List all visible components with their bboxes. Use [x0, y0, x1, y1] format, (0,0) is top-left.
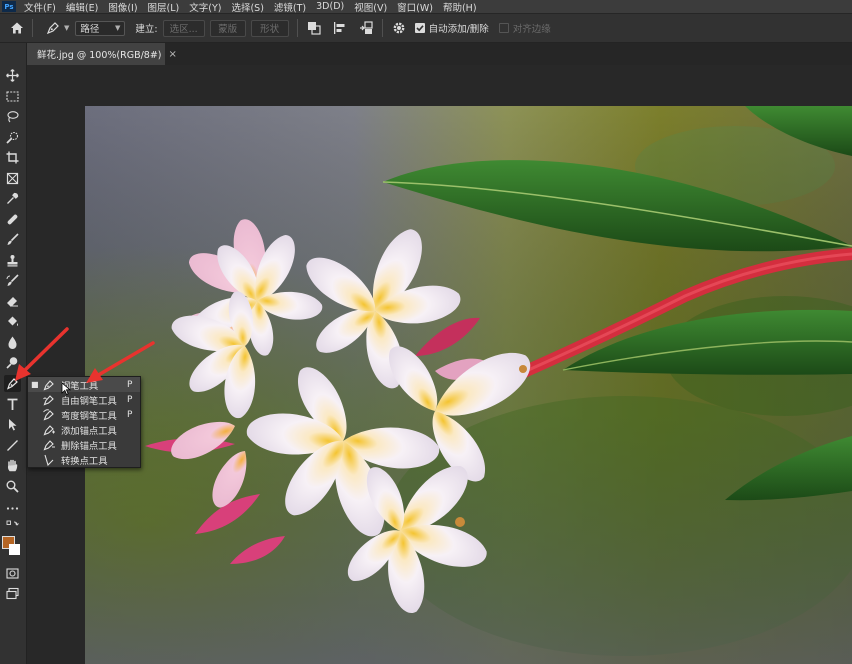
paint-bucket-icon[interactable]	[4, 313, 21, 330]
menu-filter[interactable]: 滤镜(T)	[274, 0, 306, 14]
dodge-icon[interactable]	[4, 354, 21, 371]
flower-photo[interactable]	[85, 106, 852, 664]
delete-anchor-icon	[43, 439, 55, 450]
mode-select[interactable]: 路径 ▼	[75, 20, 126, 36]
more-icon[interactable]	[4, 500, 21, 517]
options-bar: ▼ 路径 ▼ 建立: 选区... 蒙版 形状 自动添加/删除 对齐边缘	[0, 14, 852, 43]
selected-marker-icon: ■	[31, 380, 39, 389]
divider	[381, 19, 383, 37]
flyout-item-curvature-pen[interactable]: 弯度钢笔工具 P	[28, 407, 140, 422]
document-tab[interactable]: 鲜花.jpg @ 100%(RGB/8#) ×	[27, 43, 177, 65]
marquee-icon[interactable]	[4, 88, 21, 105]
lasso-icon[interactable]	[4, 108, 21, 125]
chevron-down-icon: ▼	[115, 24, 121, 32]
path-alignment-icon[interactable]	[332, 20, 348, 36]
document-tab-title: 鲜花.jpg @ 100%(RGB/8#)	[37, 50, 162, 61]
flyout-item-shortcut: P	[127, 394, 133, 405]
flyout-item-delete-anchor[interactable]: 删除锚点工具	[28, 437, 140, 452]
make-selection-button[interactable]: 选区...	[162, 19, 205, 37]
make-shape-button[interactable]: 形状	[250, 19, 289, 37]
quick-select-icon[interactable]	[4, 129, 21, 146]
swap-colors-icon[interactable]	[4, 520, 21, 532]
history-brush-icon[interactable]	[4, 272, 21, 289]
document-tab-bar: 鲜花.jpg @ 100%(RGB/8#) ×	[27, 43, 852, 65]
home-icon[interactable]	[10, 21, 24, 35]
menu-type[interactable]: 文字(Y)	[189, 0, 221, 14]
photoshop-logo-icon: Ps	[2, 1, 16, 12]
brush-icon[interactable]	[4, 231, 21, 248]
flyout-item-label: 自由钢笔工具	[61, 395, 117, 407]
flyout-item-label: 转换点工具	[61, 455, 108, 467]
divider	[32, 19, 33, 37]
curvature-pen-icon	[43, 408, 54, 420]
crop-icon[interactable]	[4, 149, 21, 166]
menu-select[interactable]: 选择(S)	[231, 0, 263, 14]
eyedropper-icon[interactable]	[4, 190, 21, 207]
menu-layer[interactable]: 图层(L)	[148, 0, 180, 14]
align-edges-label: 对齐边缘	[512, 24, 551, 35]
flyout-item-convert-point[interactable]: 转换点工具	[28, 452, 140, 467]
blur-icon[interactable]	[4, 334, 21, 351]
pen-icon	[6, 378, 18, 390]
make-mask-button[interactable]: 蒙版	[209, 19, 246, 37]
auto-add-delete-label: 自动添加/删除	[428, 24, 489, 35]
align-edges-checkbox[interactable]	[498, 23, 509, 33]
mode-select-value: 路径	[80, 24, 100, 35]
flyout-item-label: 删除锚点工具	[61, 440, 117, 452]
gear-icon[interactable]	[391, 20, 407, 36]
menu-3d[interactable]: 3D(D)	[316, 1, 344, 12]
flyout-item-pen[interactable]: ■ 钢笔工具 P	[28, 377, 140, 392]
hand-icon[interactable]	[4, 457, 21, 474]
healing-brush-icon[interactable]	[4, 211, 21, 228]
tools-panel	[0, 43, 27, 664]
menu-image[interactable]: 图像(I)	[108, 0, 137, 14]
path-select-icon[interactable]	[4, 416, 21, 433]
menu-window[interactable]: 窗口(W)	[397, 0, 433, 14]
convert-point-icon	[44, 454, 54, 466]
make-label: 建立:	[135, 24, 158, 35]
flyout-item-label: 钢笔工具	[61, 380, 99, 392]
flyout-item-add-anchor[interactable]: 添加锚点工具	[28, 422, 140, 437]
quick-mask-icon[interactable]	[4, 565, 21, 582]
menu-view[interactable]: 视图(V)	[354, 0, 387, 14]
menu-file[interactable]: 文件(F)	[24, 0, 56, 14]
divider	[296, 19, 298, 37]
tool-preset-picker[interactable]: ▼	[45, 20, 69, 36]
type-icon[interactable]	[4, 396, 21, 413]
menu-bar: Ps 文件(F) 编辑(E) 图像(I) 图层(L) 文字(Y) 选择(S) 滤…	[0, 0, 852, 14]
pen-icon	[43, 379, 54, 390]
path-arrangement-icon[interactable]	[358, 20, 374, 36]
frame-icon[interactable]	[4, 170, 21, 187]
add-anchor-icon	[43, 424, 55, 435]
zoom-icon[interactable]	[4, 478, 21, 495]
background-color-swatch[interactable]	[9, 544, 20, 555]
pen-tool-flyout: ■ 钢笔工具 P 自由钢笔工具 P 弯度钢笔工具 P 添加锚点工具 删除锚点工具…	[27, 376, 141, 468]
pen-icon	[46, 22, 59, 35]
flyout-item-shortcut: P	[127, 409, 133, 420]
pen-tool-button[interactable]	[4, 375, 21, 392]
path-operations-icon[interactable]	[306, 20, 322, 36]
clone-stamp-icon[interactable]	[4, 252, 21, 269]
eraser-icon[interactable]	[4, 293, 21, 310]
flyout-item-freeform-pen[interactable]: 自由钢笔工具 P	[28, 392, 140, 407]
flyout-item-label: 弯度钢笔工具	[61, 410, 117, 422]
screen-mode-icon[interactable]	[4, 585, 21, 602]
menu-help[interactable]: 帮助(H)	[443, 0, 477, 14]
auto-add-delete-checkbox[interactable]	[414, 23, 425, 33]
close-icon[interactable]: ×	[169, 49, 177, 60]
move-icon[interactable]	[4, 67, 21, 84]
freeform-pen-icon	[43, 394, 54, 405]
menu-edit[interactable]: 编辑(E)	[66, 0, 98, 14]
flyout-item-shortcut: P	[127, 379, 133, 390]
line-icon[interactable]	[4, 437, 21, 454]
flyout-item-label: 添加锚点工具	[61, 425, 117, 437]
chevron-down-icon: ▼	[64, 24, 70, 32]
